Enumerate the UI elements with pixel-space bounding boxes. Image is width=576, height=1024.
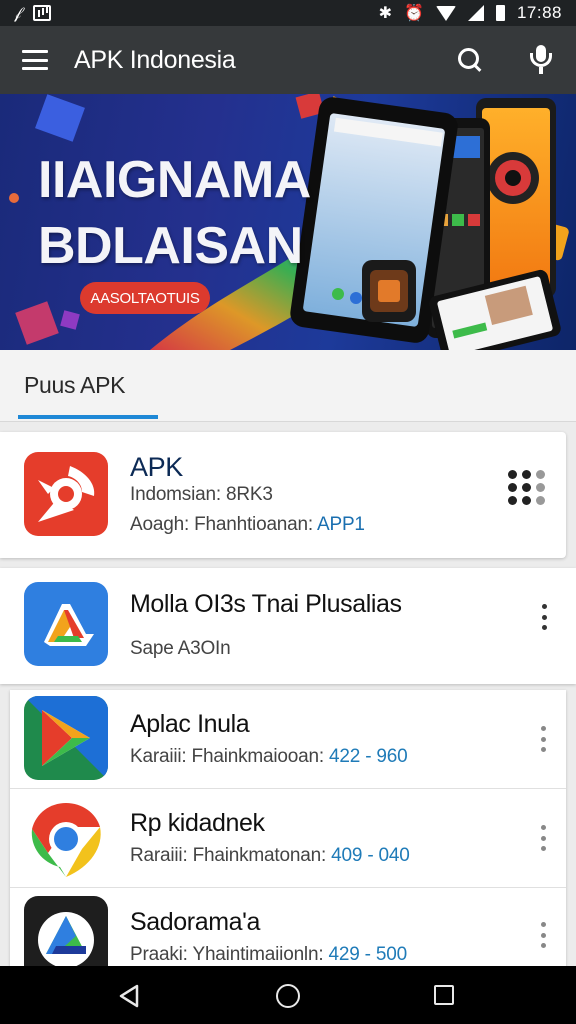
battery-icon bbox=[495, 5, 505, 21]
banner-cta-button[interactable]: AASOLTAOTUIS bbox=[80, 282, 210, 314]
tab-puus-apk[interactable]: Puus APK bbox=[24, 372, 125, 399]
app-list: Aplac Inula Karaiii: Fhainkmaiooan: 422 … bbox=[10, 690, 566, 980]
grid-icon[interactable] bbox=[508, 470, 548, 508]
recents-icon[interactable] bbox=[434, 985, 454, 1005]
menu-icon[interactable] bbox=[22, 50, 48, 70]
tab-strip: Puus APK bbox=[0, 350, 576, 422]
banner-title-line-1: IIAIGNAMA bbox=[38, 151, 311, 209]
featured-app-line2-prefix: Aoagh: Fhanhtioanan: bbox=[130, 514, 318, 535]
more-options-icon[interactable] bbox=[538, 604, 550, 630]
list-item-meta-prefix: Raraiii: Fhainkmatonan: bbox=[130, 845, 332, 866]
list-item-meta: Raraiii: Fhainkmatonan: 409 - 040 bbox=[130, 845, 410, 867]
featured-app-card[interactable]: APK Indomsian: 8RK3 Aoagh: Fhanhtioanan:… bbox=[0, 432, 566, 558]
banner-title-line-2: BDLAISAN bbox=[38, 217, 303, 275]
list-item[interactable]: Aplac Inula Karaiii: Fhainkmaiooan: 422 … bbox=[10, 690, 566, 789]
more-options-icon[interactable] bbox=[537, 726, 549, 752]
search-icon[interactable] bbox=[456, 46, 484, 74]
featured-app-line1: Indomsian: 8RK3 bbox=[130, 484, 273, 505]
status-bar: 𝒻 ✱ ⏰ 17:88 bbox=[0, 0, 576, 26]
signal-icon bbox=[467, 5, 484, 21]
status-time: 17:88 bbox=[516, 3, 562, 22]
chrome-icon bbox=[24, 797, 108, 881]
list-item-meta: Karaiii: Fhainkmaiooan: 422 - 960 bbox=[130, 746, 408, 768]
home-icon[interactable] bbox=[276, 984, 300, 1008]
list-item-name: Rp kidadnek bbox=[130, 809, 265, 837]
list-item-name: Aplac Inula bbox=[130, 710, 250, 738]
featured-app-name: APK bbox=[130, 452, 183, 482]
system-nav-bar bbox=[0, 966, 576, 1024]
list-item-meta-value: 429 - 500 bbox=[328, 944, 407, 965]
second-app-card[interactable]: Molla OI3s Tnai Plusalias Sape A3OIn bbox=[0, 568, 576, 684]
google-drive-icon bbox=[24, 582, 108, 666]
list-item-meta-value: 409 - 040 bbox=[331, 845, 410, 866]
google-play-icon bbox=[24, 696, 108, 780]
list-item-meta-value: 422 - 960 bbox=[329, 746, 408, 767]
mic-icon[interactable] bbox=[528, 45, 554, 75]
tab-active-indicator bbox=[18, 415, 158, 419]
list-item-meta-prefix: Karaiii: Fhainkmaiooan: bbox=[130, 746, 330, 767]
second-app-line1: Sape A3OIn bbox=[130, 638, 231, 659]
image-icon bbox=[33, 5, 52, 21]
wifi-icon bbox=[435, 5, 456, 21]
featured-app-line2-accent: APP1 bbox=[317, 514, 365, 535]
screen: 𝒻 ✱ ⏰ 17:88 APK Indonesia IIAIGNAMA BDLA… bbox=[0, 0, 576, 1024]
back-icon[interactable] bbox=[118, 984, 140, 1008]
headset-icon: 𝒻 bbox=[14, 3, 22, 22]
bluetooth-icon: ✱ bbox=[378, 3, 393, 22]
more-options-icon[interactable] bbox=[537, 922, 549, 948]
list-item[interactable]: Rp kidadnek Raraiii: Fhainkmatonan: 409 … bbox=[10, 789, 566, 888]
bomb-icon bbox=[24, 452, 108, 536]
promo-banner[interactable]: IIAIGNAMA BDLAISAN AASOLTAOTUIS bbox=[0, 94, 576, 350]
app-title: APK Indonesia bbox=[74, 45, 236, 74]
alarm-icon: ⏰ bbox=[404, 3, 424, 22]
list-item-meta-prefix: Praaki: Yhaintimaiionln: bbox=[130, 944, 329, 965]
featured-app-line2: Aoagh: Fhanhtioanan: APP1 bbox=[130, 514, 365, 536]
list-item-name: Sadorama'a bbox=[130, 908, 261, 936]
more-options-icon[interactable] bbox=[537, 825, 549, 851]
list-item-meta: Praaki: Yhaintimaiionln: 429 - 500 bbox=[130, 944, 407, 966]
app-bar: APK Indonesia bbox=[0, 26, 576, 94]
second-app-name: Molla OI3s Tnai Plusalias bbox=[130, 590, 402, 618]
